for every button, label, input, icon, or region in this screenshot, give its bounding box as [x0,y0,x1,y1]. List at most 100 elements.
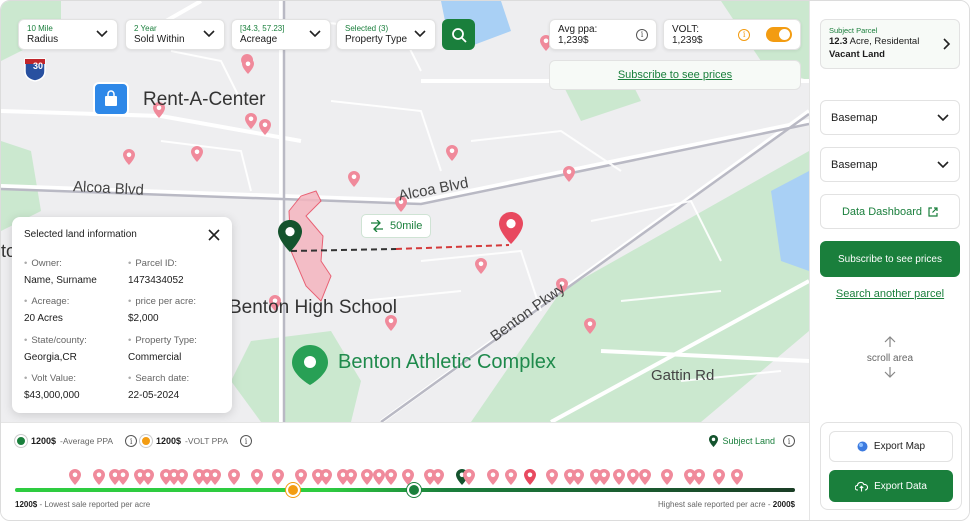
subject-land-pin[interactable] [278,220,302,252]
parcel-pin[interactable] [348,171,360,187]
field-search-date: Search date: 22-05-2024 [128,372,189,402]
parcel-pin[interactable] [563,166,575,182]
scroll-area[interactable]: scroll area [820,336,960,381]
volt-toggle[interactable] [766,27,792,42]
highest-sale-text: Highest sale reported per acre - [658,500,773,509]
export-panel: Export Map Export Data [820,422,962,510]
distance-badge: 50mile [361,214,432,238]
subject-parcel-acreage: 12.3 Acre, Residental [829,35,951,48]
parcel-pin[interactable] [242,58,254,74]
field-value: Commercial [128,352,182,363]
field-value: $43,000,000 [24,390,80,401]
subscribe-button[interactable]: Subscribe to see prices [820,241,960,277]
app-window: 30 Rent-A-Center Alcoa Blvd Alcoa Blvd B… [0,0,970,521]
field-value: 22-05-2024 [128,390,180,401]
info-icon[interactable]: i [240,435,253,447]
search-icon [451,27,467,43]
data-dashboard-button[interactable]: Data Dashboard [820,194,960,229]
acreage-filter[interactable]: [34.3, 57.23] Acreage [231,19,331,50]
subject-parcel-type: Vacant Land [829,49,885,60]
chevron-down-icon [203,30,215,38]
volt-ppa-marker[interactable] [286,483,301,497]
field-value: $2,000 [128,313,159,324]
parcel-pin[interactable] [475,258,487,274]
basemap-select[interactable]: Basemap [820,100,960,135]
parcel-pin[interactable] [584,318,596,334]
info-icon[interactable]: i [783,435,795,447]
subject-acre-number: 12.3 [829,36,848,47]
volt-ppa-value: 1200$ [156,436,182,446]
field-key: Property Type: [128,334,197,347]
field-key: price per acre: [128,295,196,308]
property-type-filter[interactable]: Selected (3) Property Type [336,19,436,50]
radius-filter[interactable]: 10 Mile Radius [18,19,118,50]
volt-ppa-dot-icon [140,435,152,447]
field-value: 1473434052 [128,275,184,286]
chevron-down-icon [937,114,949,122]
export-map-label: Export Map [873,441,926,452]
field-state-county: State/county: Georgia,CR [24,334,87,364]
price-distribution-panel: 1200$ -Average PPA i 1200$ -VOLT PPA i Sub… [1,422,809,520]
lowest-sale-text: - Lowest sale reported per acre [37,500,151,509]
parcel-pin[interactable] [259,119,271,135]
lowest-sale-label: 1200$ - Lowest sale reported per acre [15,500,150,509]
export-map-button[interactable]: Export Map [829,431,953,462]
parcel-pin[interactable] [123,149,135,165]
field-price-per-acre: price per acre: $2,000 [128,295,196,325]
subject-parcel-caption: Subject Parcel [829,26,878,35]
parcel-pin[interactable] [446,145,458,161]
price-pin-strip [69,469,743,485]
field-property-type: Property Type: Commercial [128,334,197,364]
arrow-down-icon [884,367,896,378]
selected-parcel-pin[interactable] [499,212,523,244]
chevron-down-icon [309,30,321,38]
search-another-parcel-link[interactable]: Search another parcel [820,288,960,300]
field-parcel-id: Parcel ID: 1473434052 [128,257,184,287]
field-value: 20 Acres [24,313,63,324]
popup-title: Selected land information [24,229,137,240]
info-icon[interactable]: i [738,28,751,41]
place-label-benton-athletic-complex: Benton Athletic Complex [338,351,556,373]
parcel-pin[interactable] [245,113,257,129]
field-key: Parcel ID: [128,257,184,270]
legend-average-ppa: 1200$ -Average PPA i [15,435,138,447]
subject-parcel-card[interactable]: Subject Parcel 12.3 Acre, Residental Vac… [820,19,960,69]
basemap-select[interactable]: Basemap [820,147,960,182]
average-ppa-label: -Average PPA [60,436,114,446]
close-icon[interactable] [208,229,220,241]
place-label-benton-high-school: Benton High School [229,297,397,318]
globe-icon [857,441,868,452]
info-icon[interactable]: i [636,28,648,41]
subscribe-bar: Subscribe to see prices [549,60,801,90]
search-button[interactable] [442,19,475,50]
data-dashboard-label: Data Dashboard [841,205,923,218]
legend-volt-ppa: 1200$ -VOLT PPA i [140,435,253,447]
external-link-icon [928,206,938,217]
highest-sale-value: 2000$ [772,500,795,509]
volt-ppa-label: -VOLT PPA [185,436,229,446]
land-info-popup: Selected land information Owner: Name, Su… [12,217,232,413]
field-key: Acreage: [24,295,69,308]
info-icon[interactable]: i [125,435,138,447]
field-key: Search date: [128,372,189,385]
lowest-sale-value: 1200$ [15,500,38,509]
field-owner: Owner: Name, Surname [24,257,97,287]
export-data-button[interactable]: Export Data [829,470,953,502]
arrow-up-icon [884,336,896,347]
scroll-area-label: scroll area [866,353,914,364]
subject-pin-icon [709,435,719,447]
interstate-label: 30 [32,61,43,71]
subscribe-link[interactable]: Subscribe to see prices [618,69,732,81]
map-view[interactable]: 30 Rent-A-Center Alcoa Blvd Alcoa Blvd B… [1,1,809,422]
subject-land-label: Subject Land [722,436,775,446]
chevron-down-icon [937,161,949,169]
basemap-select-label: Basemap [831,158,878,171]
legend-subject-land: Subject Land i [709,435,795,447]
average-ppa-marker[interactable] [407,483,422,497]
highest-sale-label: Highest sale reported per acre - 2000$ [658,500,795,509]
avg-ppa-text: Avg ppa: 1,239$ [558,23,598,46]
road-label-alcoa-blvd: Alcoa Blvd [72,178,145,199]
basemap-select-label: Basemap [831,111,878,124]
sold-within-filter[interactable]: 2 Year Sold Within [125,19,225,50]
parcel-pin[interactable] [191,146,203,162]
